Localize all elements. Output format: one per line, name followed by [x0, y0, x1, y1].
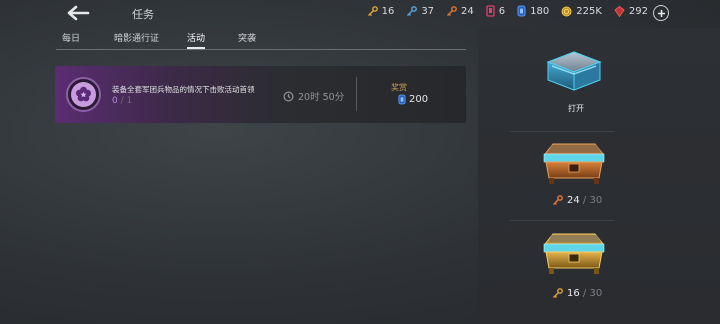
reward-label: 奖赏 — [391, 83, 407, 92]
back-button[interactable] — [64, 3, 92, 23]
timer-text: 20时 50分 — [298, 92, 345, 103]
top-bar: 任务 16 37 24 6 180 225K 292 — [0, 0, 720, 28]
resource-blue-key[interactable]: 37 — [406, 6, 434, 17]
keys-current: 16 — [567, 288, 580, 299]
chest-divider — [510, 131, 614, 132]
red-ticket-icon — [486, 5, 495, 17]
resource-bar: 16 37 24 6 180 225K 292 — [367, 5, 648, 17]
gold-chest-icon — [543, 233, 605, 274]
gold-coin-icon — [561, 6, 572, 16]
reward-amount: 200 — [409, 94, 429, 105]
resource-orange-key[interactable]: 24 — [446, 6, 474, 17]
page-title: 任务 — [132, 8, 154, 21]
gold-chest-keys: 16 / 30 — [552, 288, 602, 299]
gold-key-icon — [553, 288, 563, 298]
resource-value: 37 — [421, 5, 435, 17]
keys-separator: / — [579, 288, 590, 299]
star-flower-icon — [76, 86, 91, 102]
keys-max: 30 — [589, 288, 603, 299]
orange-chest-icon — [543, 143, 605, 184]
progress-separator: / — [117, 96, 127, 106]
gold-key-icon — [367, 5, 378, 16]
tab-shadow-pass[interactable]: 暗影通行证 — [114, 32, 159, 49]
keys-separator: / — [579, 195, 590, 206]
task-progress: 0 / 1 — [112, 96, 132, 106]
resource-gold-coin[interactable]: 225K — [561, 6, 602, 17]
clock-icon — [283, 90, 294, 102]
resource-gold-key[interactable]: 16 — [367, 5, 395, 17]
tab-event[interactable]: 活动 — [187, 32, 206, 49]
plus-icon — [657, 9, 665, 17]
blue-key-icon — [407, 5, 418, 16]
keys-current: 24 — [567, 195, 580, 206]
orange-key-icon — [447, 5, 457, 16]
task-card[interactable]: 装备全套军团兵物品的情况下击败活动首领 0 / 1 20时 50分 奖赏 200 — [55, 66, 466, 123]
resource-red-ticket[interactable]: 6 — [486, 5, 505, 17]
resource-value: 292 — [628, 5, 648, 17]
resource-blue-gem[interactable]: 180 — [517, 5, 549, 17]
blue-gem-icon — [398, 94, 406, 105]
tab-daily[interactable]: 每日 — [62, 32, 80, 49]
back-arrow-icon — [67, 5, 90, 21]
task-description: 装备全套军团兵物品的情况下击败活动首领 — [112, 85, 255, 94]
task-icon — [66, 77, 101, 112]
card-divider — [356, 77, 357, 111]
resource-red-crystal[interactable]: 292 — [614, 5, 648, 17]
progress-max: 1 — [126, 96, 133, 106]
resource-value: 225K — [576, 5, 602, 17]
keys-max: 30 — [589, 195, 603, 206]
orange-key-icon — [553, 195, 563, 205]
blue-gem-icon — [517, 5, 526, 17]
orange-chest-keys: 24 / 30 — [552, 195, 602, 206]
resource-value: 180 — [530, 5, 550, 17]
add-currency-button[interactable] — [653, 5, 669, 21]
task-timer: 20时 50分 — [283, 89, 344, 103]
orange-chest[interactable] — [541, 138, 607, 192]
reward-value: 200 — [398, 94, 428, 105]
gold-chest[interactable] — [541, 228, 607, 282]
blue-chest[interactable] — [542, 48, 606, 98]
open-chest-label[interactable]: 打开 — [568, 103, 584, 114]
tab-bar: 每日 暗影通行证 活动 突袭 — [56, 32, 466, 50]
resource-value: 16 — [381, 5, 395, 17]
red-crystal-icon — [614, 5, 625, 17]
chest-divider — [510, 220, 614, 221]
tab-raid[interactable]: 突袭 — [238, 32, 256, 49]
resource-value: 24 — [461, 5, 474, 17]
blue-chest-icon — [546, 51, 602, 91]
resource-value: 6 — [498, 5, 506, 17]
